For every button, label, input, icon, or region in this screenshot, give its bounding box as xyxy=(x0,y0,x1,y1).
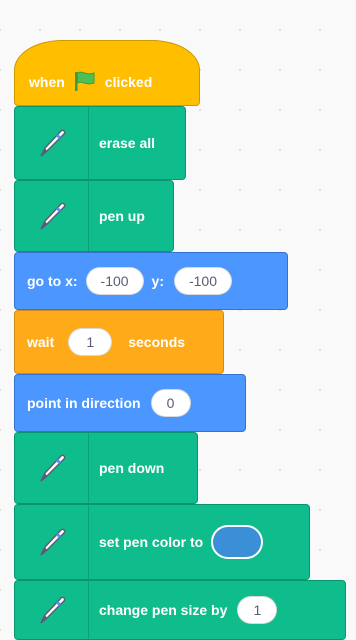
when-label: when xyxy=(29,74,65,90)
green-flag-icon xyxy=(73,70,97,95)
point-in-direction-block[interactable]: point in direction 0 xyxy=(14,374,246,432)
erase-all-label: erase all xyxy=(99,135,156,151)
pen-icon xyxy=(15,107,89,179)
pen-down-label: pen down xyxy=(99,460,165,476)
x-input[interactable]: -100 xyxy=(85,267,144,295)
erase-all-block[interactable]: erase all xyxy=(14,106,186,180)
clicked-label: clicked xyxy=(104,74,153,90)
seconds-label: seconds xyxy=(128,334,186,350)
change-pen-size-block[interactable]: change pen size by 1 xyxy=(14,580,346,640)
pen-color-swatch[interactable] xyxy=(211,525,264,559)
go-to-xy-block[interactable]: go to x: -100 y: -100 xyxy=(14,252,288,310)
set-pen-color-label: set pen color to xyxy=(99,534,204,550)
pen-icon xyxy=(15,433,89,503)
when-flag-clicked-block[interactable]: when clicked xyxy=(14,40,200,106)
go-to-x-label: go to x: xyxy=(27,273,78,289)
pen-icon xyxy=(15,505,89,579)
pen-up-block[interactable]: pen up xyxy=(14,180,174,252)
y-label: y: xyxy=(151,273,164,289)
change-pen-size-label: change pen size by xyxy=(99,602,228,618)
pen-size-input[interactable]: 1 xyxy=(237,596,278,624)
wait-seconds-input[interactable]: 1 xyxy=(68,328,113,356)
pen-down-block[interactable]: pen down xyxy=(14,432,198,504)
wait-seconds-block[interactable]: wait 1 seconds xyxy=(14,310,224,374)
pen-icon xyxy=(15,581,89,639)
pen-icon xyxy=(15,181,89,251)
direction-input[interactable]: 0 xyxy=(150,389,191,417)
set-pen-color-block[interactable]: set pen color to xyxy=(14,504,310,580)
wait-label: wait xyxy=(27,334,55,350)
y-input[interactable]: -100 xyxy=(174,267,232,295)
pen-up-label: pen up xyxy=(99,208,145,224)
point-in-direction-label: point in direction xyxy=(27,395,141,411)
